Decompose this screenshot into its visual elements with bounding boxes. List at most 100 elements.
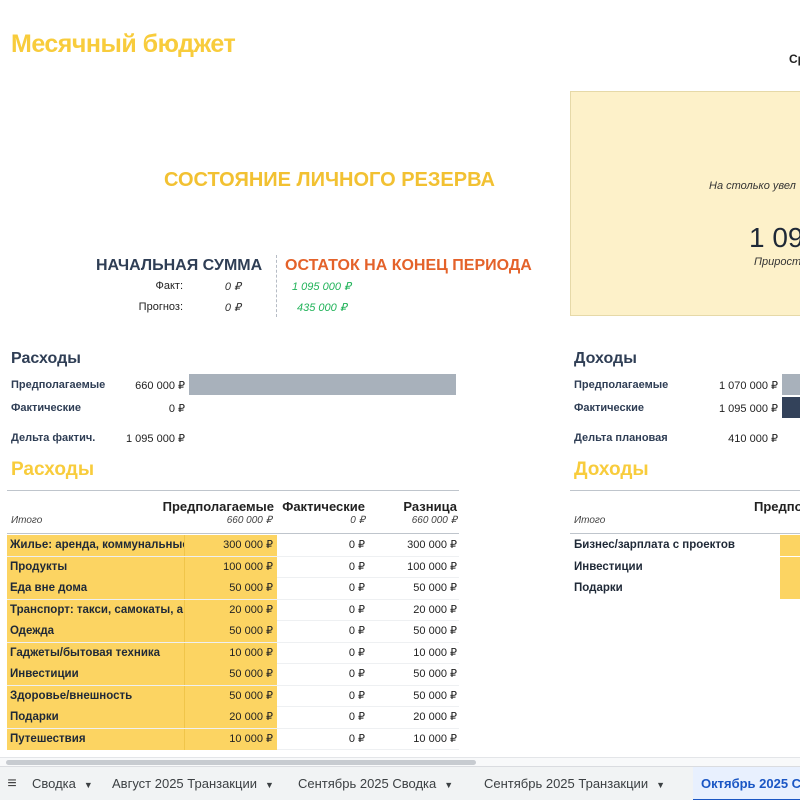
diff-cell[interactable]: 10 000 ₽ bbox=[369, 729, 459, 750]
table-row[interactable]: Гаджеты/бытовая техника 10 000 ₽0 ₽10 000… bbox=[7, 642, 459, 664]
diff-cell[interactable]: 100 000 ₽ bbox=[369, 557, 459, 578]
actual-cell[interactable]: 0 ₽ bbox=[277, 686, 369, 707]
table-row[interactable]: Бизнес/зарплата с проектов bbox=[570, 535, 800, 557]
actual-cell[interactable]: 0 ₽ bbox=[277, 600, 369, 621]
income-actual-label: Фактические bbox=[574, 402, 645, 414]
all-sheets-menu-icon[interactable]: ≡ bbox=[0, 767, 24, 800]
actual-cell[interactable]: 0 ₽ bbox=[277, 729, 369, 750]
actual-cell[interactable]: 0 ₽ bbox=[277, 664, 369, 685]
actual-cell[interactable]: 0 ₽ bbox=[277, 557, 369, 578]
planned-cell[interactable]: 20 000 ₽ bbox=[185, 707, 277, 728]
end-balance-heading: ОСТАТОК НА КОНЕЦ ПЕРИОДА bbox=[285, 257, 532, 274]
sheet-tab-3[interactable]: Сентябрь 2025 Сводка ▼ bbox=[290, 767, 461, 800]
expenses-actual-label: Фактические bbox=[11, 402, 82, 414]
table-row[interactable]: Здоровье/внешность 50 000 ₽0 ₽50 000 ₽ bbox=[7, 685, 459, 707]
planned-cell[interactable]: 300 000 ₽ bbox=[185, 535, 277, 556]
table-row[interactable]: Подарки 20 000 ₽0 ₽20 000 ₽ bbox=[7, 707, 459, 729]
table-row[interactable]: Продукты 100 000 ₽0 ₽100 000 ₽ bbox=[7, 556, 459, 578]
diff-cell[interactable]: 50 000 ₽ bbox=[369, 621, 459, 642]
category-cell[interactable]: Бизнес/зарплата с проектов bbox=[570, 535, 780, 556]
table-row[interactable]: Транспорт: такси, самокаты, а 20 000 ₽0 ₽… bbox=[7, 599, 459, 621]
start-fact-value: 0 ₽ bbox=[224, 281, 241, 293]
sheet-tab-1[interactable]: Сводка ▼ bbox=[24, 767, 101, 800]
income-delta-label: Дельта плановая bbox=[574, 432, 668, 444]
category-cell[interactable]: Путешествия bbox=[7, 728, 185, 750]
category-cell[interactable]: Здоровье/внешность bbox=[7, 685, 185, 707]
diff-cell[interactable]: 20 000 ₽ bbox=[369, 707, 459, 728]
caret-down-icon[interactable]: ▼ bbox=[84, 780, 93, 790]
start-amount-heading: НАЧАЛЬНАЯ СУММА bbox=[96, 257, 263, 274]
planned-cell[interactable]: 20 000 ₽ bbox=[185, 599, 277, 621]
income-planned-value: 1 070 000 ₽ bbox=[719, 380, 778, 392]
sheet-tab-label: Октябрь 2025 С bbox=[701, 776, 800, 791]
sheet-tab-4[interactable]: Сентябрь 2025 Транзакции ▼ bbox=[476, 767, 673, 800]
category-cell[interactable]: Подарки bbox=[7, 707, 185, 728]
expenses-header-rule bbox=[7, 533, 459, 534]
planned-cell[interactable]: 50 000 ₽ bbox=[185, 664, 277, 685]
planned-cell[interactable]: 50 000 ₽ bbox=[185, 578, 277, 599]
planned-cell[interactable]: 50 000 ₽ bbox=[185, 685, 277, 707]
income-header-rule bbox=[570, 533, 800, 534]
planned-cell[interactable]: 10 000 ₽ bbox=[185, 642, 277, 664]
diff-cell[interactable]: 50 000 ₽ bbox=[369, 578, 459, 599]
truncated-header-text: Ср bbox=[789, 52, 800, 66]
planned-cell[interactable]: 10 000 ₽ bbox=[185, 728, 277, 750]
table-row[interactable]: Еда вне дома 50 000 ₽0 ₽50 000 ₽ bbox=[7, 578, 459, 600]
diff-cell[interactable]: 10 000 ₽ bbox=[369, 643, 459, 664]
sheet-tab-label: Сентябрь 2025 Транзакции bbox=[484, 776, 649, 791]
sheet-tab-5[interactable]: Октябрь 2025 С bbox=[693, 767, 800, 800]
table-row[interactable]: Подарки bbox=[570, 578, 800, 600]
sheet-tab-bar: ≡ Сводка ▼ Август 2025 Транзакции ▼ Сентябрь… bbox=[0, 766, 800, 800]
diff-cell[interactable]: 20 000 ₽ bbox=[369, 600, 459, 621]
expenses-delta-value: 1 095 000 ₽ bbox=[126, 433, 185, 445]
category-cell[interactable]: Транспорт: такси, самокаты, а bbox=[7, 599, 185, 621]
actual-cell[interactable]: 0 ₽ bbox=[277, 643, 369, 664]
income-actual-value: 1 095 000 ₽ bbox=[719, 403, 778, 415]
expenses-planned-label: Предполагаемые bbox=[11, 379, 106, 391]
start-forecast-value: 0 ₽ bbox=[224, 302, 241, 314]
sheet-tab-label: Сентябрь 2025 Сводка bbox=[298, 776, 437, 791]
col-diff-header: Разница bbox=[403, 499, 457, 514]
horizontal-scrollbar[interactable] bbox=[0, 757, 800, 766]
planned-cell[interactable] bbox=[780, 556, 800, 578]
table-row[interactable]: Путешествия 10 000 ₽0 ₽10 000 ₽ bbox=[7, 728, 459, 750]
end-forecast-value: 435 000 ₽ bbox=[297, 302, 347, 314]
actual-cell[interactable]: 0 ₽ bbox=[277, 535, 369, 556]
category-cell[interactable]: Жилье: аренда, коммунальные bbox=[7, 535, 185, 556]
category-cell[interactable]: Инвестиции bbox=[570, 557, 780, 578]
diff-cell[interactable]: 50 000 ₽ bbox=[369, 664, 459, 685]
planned-cell[interactable]: 50 000 ₽ bbox=[185, 621, 277, 642]
caret-down-icon[interactable]: ▼ bbox=[444, 780, 453, 790]
category-cell[interactable]: Подарки bbox=[570, 578, 780, 599]
table-row[interactable]: Инвестиции 50 000 ₽0 ₽50 000 ₽ bbox=[7, 664, 459, 686]
expenses-planned-value: 660 000 ₽ bbox=[135, 380, 185, 392]
category-cell[interactable]: Одежда bbox=[7, 621, 185, 642]
diff-cell[interactable]: 50 000 ₽ bbox=[369, 686, 459, 707]
expenses-delta-label: Дельта фактич. bbox=[11, 432, 96, 444]
sheet-tab-2[interactable]: Август 2025 Транзакции ▼ bbox=[104, 767, 282, 800]
fact-label: Факт: bbox=[155, 280, 183, 292]
category-cell[interactable]: Гаджеты/бытовая техника bbox=[7, 642, 185, 664]
category-cell[interactable]: Продукты bbox=[7, 556, 185, 578]
scrollbar-thumb[interactable] bbox=[6, 760, 476, 765]
sheet-tab-label: Сводка bbox=[32, 776, 76, 791]
income-delta-value: 410 000 ₽ bbox=[728, 433, 778, 445]
expenses-summary-heading: Расходы bbox=[11, 350, 81, 367]
category-cell[interactable]: Еда вне дома bbox=[7, 578, 185, 599]
planned-cell[interactable] bbox=[780, 535, 800, 556]
actual-cell[interactable]: 0 ₽ bbox=[277, 578, 369, 599]
caret-down-icon[interactable]: ▼ bbox=[265, 780, 274, 790]
caret-down-icon[interactable]: ▼ bbox=[656, 780, 665, 790]
planned-cell[interactable]: 100 000 ₽ bbox=[185, 556, 277, 578]
table-row[interactable]: Инвестиции bbox=[570, 556, 800, 579]
actual-cell[interactable]: 0 ₽ bbox=[277, 621, 369, 642]
actual-cell[interactable]: 0 ₽ bbox=[277, 707, 369, 728]
growth-panel-label: Прирост bbox=[754, 256, 800, 268]
table-row[interactable]: Жилье: аренда, коммунальные 300 000 ₽0 ₽3… bbox=[7, 535, 459, 557]
expenses-table-heading: Расходы bbox=[11, 459, 95, 480]
expenses-total-planned: 660 000 ₽ bbox=[226, 515, 272, 526]
table-row[interactable]: Одежда 50 000 ₽0 ₽50 000 ₽ bbox=[7, 621, 459, 643]
planned-cell[interactable] bbox=[780, 578, 800, 599]
diff-cell[interactable]: 300 000 ₽ bbox=[369, 535, 459, 556]
category-cell[interactable]: Инвестиции bbox=[7, 664, 185, 685]
